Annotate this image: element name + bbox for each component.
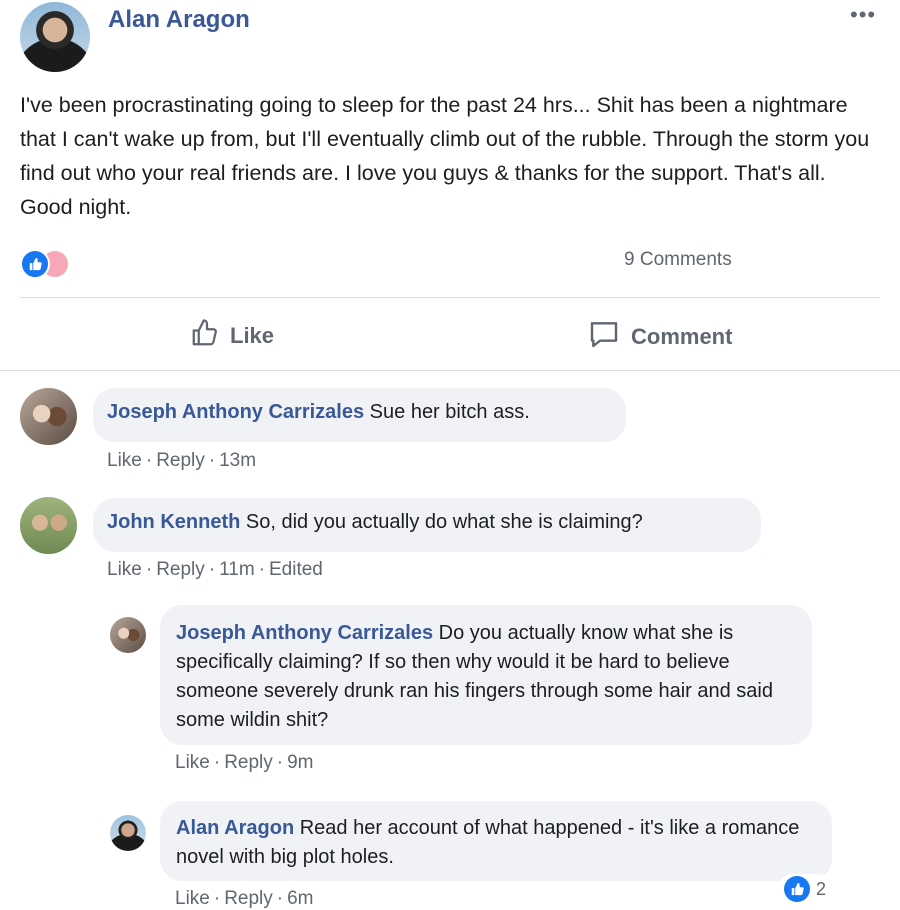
reply-avatar[interactable] xyxy=(110,617,146,653)
comment-like-link[interactable]: Like xyxy=(107,559,142,580)
reply-time[interactable]: 9m xyxy=(287,752,313,773)
reply-bubble: Alan Aragon Read her account of what hap… xyxy=(160,801,832,881)
comment-button[interactable]: Comment xyxy=(587,318,732,356)
comment-author[interactable]: John Kenneth xyxy=(107,511,240,533)
comment-bubble: John Kenneth So, did you actually do wha… xyxy=(93,498,761,552)
comment-meta: Like · Reply · 11m · Edited xyxy=(107,559,323,580)
reply-reaction-count[interactable]: 2 xyxy=(778,874,833,904)
reaction-count-number: 2 xyxy=(816,878,827,899)
comment-button-label: Comment xyxy=(631,324,733,349)
reply-reply-link[interactable]: Reply xyxy=(224,888,273,909)
like-reaction-icon xyxy=(20,249,50,279)
commenter-avatar[interactable] xyxy=(20,497,77,554)
divider xyxy=(20,297,880,298)
like-button-label: Like xyxy=(230,323,275,348)
reply-time[interactable]: 6m xyxy=(287,888,313,909)
comment-reply-link[interactable]: Reply xyxy=(156,450,205,471)
comment-time[interactable]: 11m xyxy=(219,559,255,580)
reply-like-link[interactable]: Like xyxy=(175,752,210,773)
reply-bubble: Joseph Anthony Carrizales Do you actuall… xyxy=(160,605,812,745)
comment-edited-label[interactable]: Edited xyxy=(269,559,323,580)
comments-count-link[interactable]: 9 Comments xyxy=(624,249,732,271)
divider xyxy=(0,370,900,371)
post-author-name[interactable]: Alan Aragon xyxy=(108,6,250,34)
comment-time[interactable]: 13m xyxy=(219,450,256,471)
comment-text: Sue her bitch ass. xyxy=(369,401,530,423)
post-text: I've been procrastinating going to sleep… xyxy=(20,93,870,219)
more-options-icon[interactable]: ••• xyxy=(850,2,876,28)
reply-avatar[interactable] xyxy=(110,815,146,851)
commenter-avatar[interactable] xyxy=(20,388,77,445)
comment-meta: Like · Reply · 13m xyxy=(107,450,257,471)
reply-author[interactable]: Alan Aragon xyxy=(176,817,294,839)
speech-bubble-icon xyxy=(587,318,621,356)
reply-like-link[interactable]: Like xyxy=(175,888,210,909)
like-reaction-icon xyxy=(784,876,810,902)
reply-meta: Like · Reply · 9m xyxy=(175,752,314,773)
reply-reply-link[interactable]: Reply xyxy=(224,752,273,773)
comment-text: So, did you actually do what she is clai… xyxy=(245,511,643,533)
reply-author[interactable]: Joseph Anthony Carrizales xyxy=(176,622,433,644)
like-button[interactable]: Like xyxy=(190,318,274,354)
comment-reply-link[interactable]: Reply xyxy=(156,559,205,580)
comment-like-link[interactable]: Like xyxy=(107,450,142,471)
thumbs-up-icon xyxy=(190,318,220,354)
comment-author[interactable]: Joseph Anthony Carrizales xyxy=(107,401,364,423)
comment-bubble: Joseph Anthony Carrizales Sue her bitch … xyxy=(93,388,626,442)
reaction-icons[interactable] xyxy=(20,247,80,279)
post-author-avatar[interactable] xyxy=(20,2,90,72)
